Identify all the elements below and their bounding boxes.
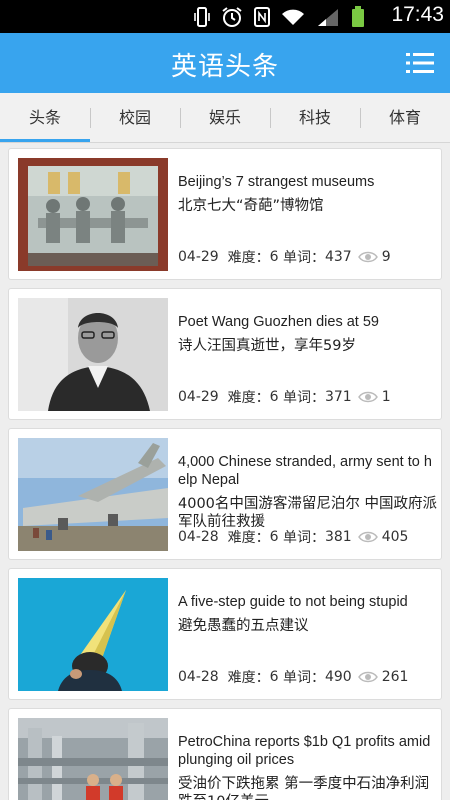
article-date: 04-29 [178,389,219,405]
menu-button[interactable] [406,51,434,75]
difficulty-value: 6 [269,669,279,685]
article-card[interactable]: Poet Wang Guozhen dies at 59 诗人汪国真逝世，享年5… [8,288,442,420]
article-meta: 04-29 难度： 6 单词： 437 9 [178,247,391,267]
word-count-value: 437 [324,249,352,265]
difficulty-value: 6 [269,249,279,265]
article-thumbnail [18,718,168,800]
view-count: 261 [381,669,409,685]
article-text: 4,000 Chinese stranded, army sent to hel… [178,453,437,531]
eye-icon [357,251,378,263]
article-thumbnail [18,438,168,551]
article-thumbnail [18,158,168,271]
article-card[interactable]: 4,000 Chinese stranded, army sent to hel… [8,428,442,560]
tab-campus[interactable]: 校园 [90,93,180,142]
word-count-value: 371 [324,389,352,405]
article-title-zh: 避免愚蠢的五点建议 [178,618,309,634]
word-count-label: 单词： [282,530,325,546]
difficulty-label: 难度： [227,250,270,266]
article-card[interactable]: Beijing’s 7 strangest museums 北京七大“奇葩”博物… [8,148,442,280]
signal-icon [318,9,338,26]
word-count-label: 单词： [282,670,325,686]
article-thumbnail [18,298,168,411]
eye-icon [357,531,378,543]
article-text: A five-step guide to not being stupid 避免… [178,593,437,635]
article-meta: 04-28 难度： 6 单词： 490 261 [178,667,408,687]
tab-entertainment[interactable]: 娱乐 [180,93,270,142]
view-count: 405 [381,529,409,545]
article-title-zh: 北京七大“奇葩”博物馆 [178,198,324,214]
article-date: 04-29 [178,249,219,265]
status-time: 17:43 [391,3,444,26]
tab-technology[interactable]: 科技 [270,93,360,142]
tab-headlines[interactable]: 头条 [0,93,90,142]
difficulty-label: 难度： [227,530,270,546]
article-title-en: 4,000 Chinese stranded, army sent to hel… [178,454,432,488]
view-count: 1 [381,389,391,405]
article-title-zh: 受油价下跌拖累 第一季度中石油净利润跌至10亿美元 [178,776,430,800]
eye-icon [357,671,378,683]
difficulty-value: 6 [269,389,279,405]
eye-icon [357,391,378,403]
article-meta: 04-29 难度： 6 单词： 371 1 [178,387,391,407]
article-title-en: PetroChina reports $1b Q1 profits amid p… [178,734,431,768]
word-count-value: 381 [324,529,352,545]
alarm-icon [222,7,242,27]
word-count-label: 单词： [282,250,325,266]
article-title-en: Beijing’s 7 strangest museums [178,174,375,190]
article-card[interactable]: PetroChina reports $1b Q1 profits amid p… [8,708,442,800]
status-icons [194,6,365,28]
difficulty-label: 难度： [227,670,270,686]
article-text: Beijing’s 7 strangest museums 北京七大“奇葩”博物… [178,173,437,215]
article-thumbnail [18,578,168,691]
view-count: 9 [381,249,391,265]
difficulty-value: 6 [269,529,279,545]
app-header: 英语头条 [0,33,450,93]
article-date: 04-28 [178,669,219,685]
word-count-value: 490 [324,669,352,685]
status-bar: 17:43 [0,0,450,33]
word-count-label: 单词： [282,390,325,406]
category-tabs: 头条 校园 娱乐 科技 体育 [0,93,450,143]
article-meta: 04-28 难度： 6 单词： 381 405 [178,527,408,547]
app-title: 英语头条 [170,52,279,82]
article-title-zh: 诗人汪国真逝世，享年59岁 [178,338,356,354]
wifi-icon [282,9,304,25]
article-text: PetroChina reports $1b Q1 profits amid p… [178,733,437,800]
article-list: Beijing’s 7 strangest museums 北京七大“奇葩”博物… [0,143,450,800]
difficulty-label: 难度： [227,390,270,406]
article-title-en: A five-step guide to not being stupid [178,594,408,610]
article-text: Poet Wang Guozhen dies at 59 诗人汪国真逝世，享年5… [178,313,437,355]
article-title-zh: 4000名中国游客滞留尼泊尔 中国政府派军队前往救援 [178,496,438,530]
vibrate-icon [194,7,210,27]
menu-icon [406,53,434,73]
article-card[interactable]: A five-step guide to not being stupid 避免… [8,568,442,700]
article-title-en: Poet Wang Guozhen dies at 59 [178,314,379,330]
battery-icon [352,6,364,27]
tab-sports[interactable]: 体育 [360,93,450,142]
nfc-icon [254,7,270,27]
article-date: 04-28 [178,529,219,545]
